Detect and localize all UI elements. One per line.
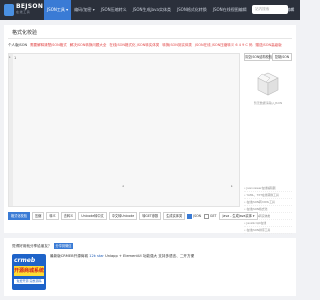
promo-link[interactable]: JSON在线 JSON压缩转义 6 4 9 C 码 (195, 43, 253, 48)
site-search-input[interactable]: 站内搜索 (252, 5, 288, 14)
nav-item[interactable]: JSON生成Java实体类 (130, 0, 174, 20)
ad-text-prefix: 最新版CRMEB开源商城 (50, 254, 88, 258)
ad-text-highlight: 12k star (89, 254, 104, 258)
share-text: 觉得好用就分享给朋友？ (12, 243, 52, 248)
tool-link[interactable]: • YAML，TXT在线转换工具 (244, 192, 292, 199)
clear-button[interactable]: 清空JSON结构校验 (244, 53, 272, 61)
promo-link[interactable]: 转换JSON到实体类 (162, 43, 192, 48)
option-label: JSON (193, 214, 202, 218)
share-ad-panel: 觉得好用就分享给朋友？ 分享到微信 crmeb 开源商城系统 免费开源 完整源码… (4, 238, 296, 296)
scroll-right-icon[interactable]: ▸ (231, 184, 233, 188)
ad-brand: crmeb (14, 257, 36, 264)
promo-link[interactable]: 个人版JSON (8, 43, 27, 48)
tool-link[interactable]: • JavaScript在线 (244, 220, 292, 227)
nav-item[interactable]: 编码/加密 ▾ (71, 0, 98, 20)
option-checkbox[interactable] (187, 213, 193, 219)
ad-text-suffix: Uniapp + ElementUI 功能强大 支持多语言、二开方便 (105, 254, 195, 258)
share-wechat-button[interactable]: 分享到微信 (53, 243, 74, 249)
copy-json-button[interactable]: 复制JSON (272, 53, 292, 61)
logo-tagline: 在线工具 (16, 10, 31, 14)
fold-icon[interactable]: ▸ (9, 55, 11, 59)
ad-image[interactable]: crmeb 开源商城系统 免费开源 完整源码 (12, 254, 46, 290)
toolbar-button[interactable]: 中文转Unicode (108, 212, 138, 220)
toolbar-button[interactable]: 格式化校验 (8, 212, 30, 220)
empty-caption: 暂无数据请输入JSON (253, 101, 283, 105)
ad-banner: 开源商城系统 (14, 266, 45, 276)
logo-name: BEJSON (16, 3, 44, 10)
option-checkbox[interactable] (204, 213, 210, 219)
promo-link[interactable]: 需要解释清楚JSON格式 (30, 43, 67, 48)
nav-item[interactable]: JSON压缩转义 (98, 0, 130, 20)
toolbar-button[interactable]: 压缩 (31, 212, 45, 220)
toolbar-button[interactable]: 生成实体类 (163, 212, 186, 220)
tool-link-list: • Jsonviewer在线编辑器 • YAML，TXT在线转换工具 • 在线JSO… (244, 185, 292, 234)
action-toolbar: 格式化校验 压缩 转义 去转义 Unicode转中文 中文转Unicode 转GET参数 生成… (8, 211, 296, 221)
share-row: 觉得好用就分享给朋友？ 分享到微信 (12, 243, 74, 249)
tool-link[interactable]: • 在线JSON转YAML工具 (244, 199, 292, 206)
nav-item[interactable]: JSON格式化转换 (174, 0, 210, 20)
toolbar-button[interactable]: Unicode转中文 (78, 212, 107, 220)
toolbar-button[interactable]: 去转义 (60, 212, 77, 220)
formatter-panel: 格式化校验 个人版JSON 需要解释清楚JSON格式 解决JSON转换问题大全 在线J… (4, 25, 296, 234)
nav-item[interactable]: JSON在线视图编辑 (210, 0, 250, 20)
nav-item[interactable]: JSON工具 ▾ (44, 0, 72, 20)
promo-link[interactable]: 赠送JSON高级版 (256, 43, 282, 48)
line-number: 1 (14, 56, 17, 60)
editor-gutter (9, 54, 13, 206)
top-nav-bar: BEJSON 在线工具 JSON工具 ▾ 编码/加密 ▾ JSON压缩转义 JSON生… (0, 0, 300, 20)
logo-icon (4, 4, 14, 16)
ad-tag: 免费开源 完整源码 (14, 279, 44, 284)
page-title: 格式化校验 (12, 30, 38, 36)
tool-link[interactable]: • Jsonviewer在线编辑器 (244, 185, 292, 192)
promo-link[interactable]: 解决JSON转换问题大全 (70, 43, 107, 48)
empty-box-icon (257, 72, 279, 96)
toolbar-button[interactable]: 转义 (46, 212, 59, 220)
json-input-editor[interactable]: ▸ 1 ◂ ▸ (8, 53, 240, 207)
ad-link[interactable]: 最新版CRMEB开源商城 12k star Uniapp + ElementUI… (50, 254, 194, 259)
toolbar-button[interactable]: 转GET参数 (139, 212, 162, 220)
site-logo[interactable]: BEJSON 在线工具 (4, 3, 44, 17)
divider (8, 38, 292, 39)
search-icon[interactable]: ⌕ (290, 5, 298, 14)
scroll-left-icon[interactable]: ◂ (122, 184, 124, 188)
option-label: GET (210, 214, 217, 218)
language-select[interactable]: Java - 生成Java实体 ▾ (219, 212, 258, 220)
promo-links: 个人版JSON 需要解释清楚JSON格式 解决JSON转换问题大全 在线JSON格式化… (8, 43, 285, 48)
promo-link[interactable]: 在线JSON格式化 JSON转实体类 (109, 43, 159, 48)
tool-link[interactable]: • 在线JSON排序工具 (244, 227, 292, 234)
